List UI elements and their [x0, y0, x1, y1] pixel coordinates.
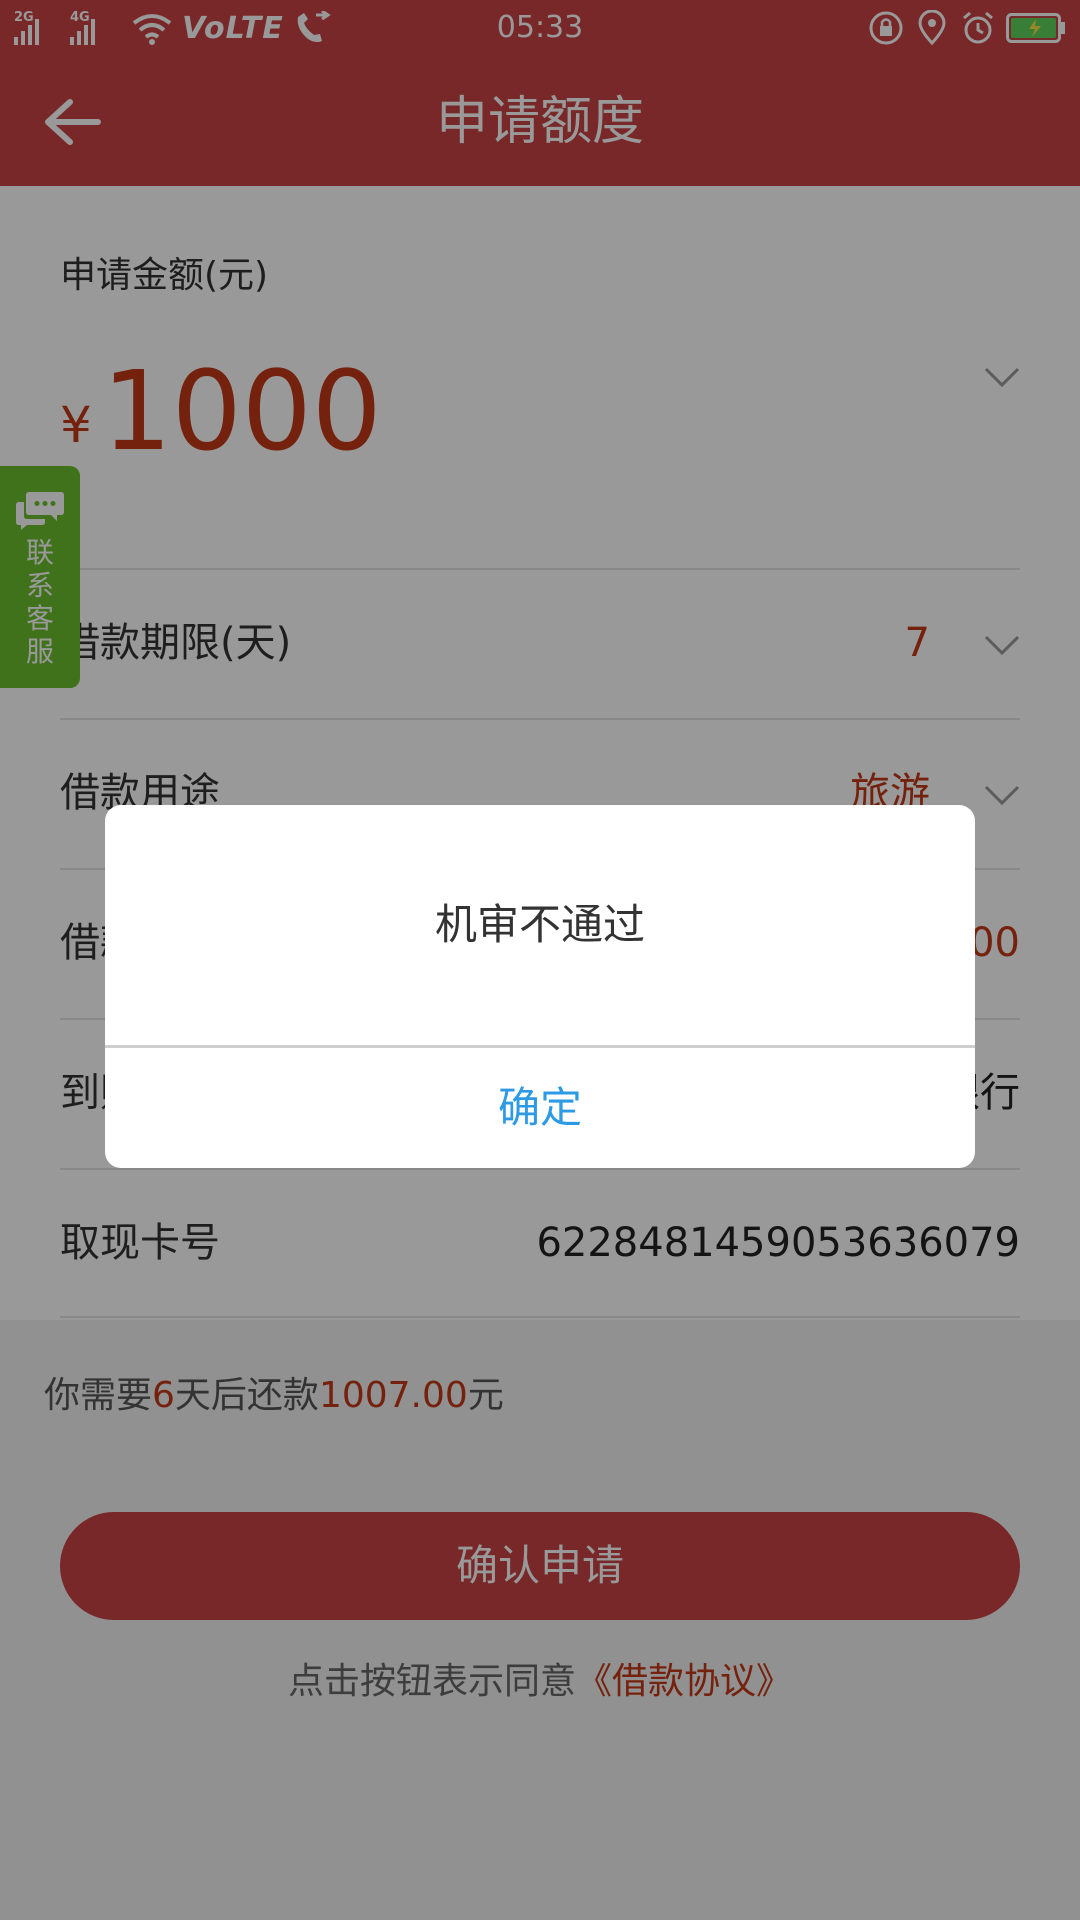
alert-dialog: 机审不通过 确定 [105, 805, 975, 1168]
dialog-message: 机审不通过 [434, 900, 645, 949]
dialog-ok-button[interactable]: 确定 [105, 1048, 975, 1168]
